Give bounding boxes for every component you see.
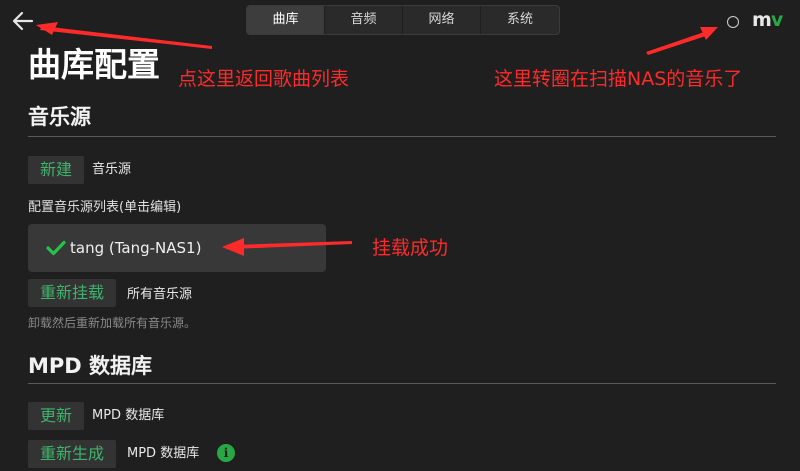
annotation-spinner: 这里转圈在扫描NAS的音乐了: [494, 68, 743, 90]
info-icon[interactable]: i: [217, 444, 235, 462]
section-divider: [28, 136, 776, 137]
library-config-screen: 曲库 音频 网络 系统 mv 曲库配置 音乐源 新建 音乐源 配置音乐源列表(单…: [0, 0, 800, 471]
tab-system[interactable]: 系统: [481, 6, 559, 34]
tab-library[interactable]: 曲库: [247, 6, 325, 34]
arrowhead-back: [36, 22, 58, 35]
tab-audio[interactable]: 音频: [325, 6, 403, 34]
new-source-label: 音乐源: [92, 162, 132, 177]
remount-hint: 卸载然后重新加载所有音乐源。: [28, 316, 197, 330]
arrow-to-spinner: [646, 30, 712, 55]
back-arrow-icon[interactable]: [10, 8, 36, 34]
rebuild-db-button[interactable]: 重新生成: [28, 440, 117, 468]
remount-label: 所有音乐源: [127, 287, 193, 302]
update-db-button[interactable]: 更新: [28, 402, 85, 430]
logo-v: v: [770, 9, 783, 31]
music-source-name: tang (Tang-NAS1): [70, 239, 202, 257]
source-list-label: 配置音乐源列表(单击编辑): [28, 200, 182, 215]
scanning-spinner-icon: [727, 16, 739, 28]
annotation-mounted: 挂载成功: [372, 237, 449, 259]
annotation-back: 点这里返回歌曲列表: [178, 68, 350, 90]
new-source-button[interactable]: 新建: [28, 156, 85, 184]
mpd-database-heading: MPD 数据库: [28, 354, 153, 378]
remount-button[interactable]: 重新挂载: [28, 279, 117, 307]
section-divider: [28, 383, 776, 384]
logo-m: m: [752, 9, 772, 31]
arrowhead-spinner: [700, 27, 718, 40]
moode-logo[interactable]: mv: [752, 9, 783, 31]
main-tabs: 曲库 音频 网络 系统: [246, 5, 560, 35]
checkmark-icon: [46, 240, 66, 256]
music-source-item[interactable]: tang (Tang-NAS1): [28, 224, 326, 272]
page-title: 曲库配置: [28, 45, 160, 84]
tab-network[interactable]: 网络: [403, 6, 481, 34]
update-db-label: MPD 数据库: [92, 408, 165, 423]
music-sources-heading: 音乐源: [28, 105, 91, 129]
rebuild-db-label: MPD 数据库: [127, 446, 200, 461]
